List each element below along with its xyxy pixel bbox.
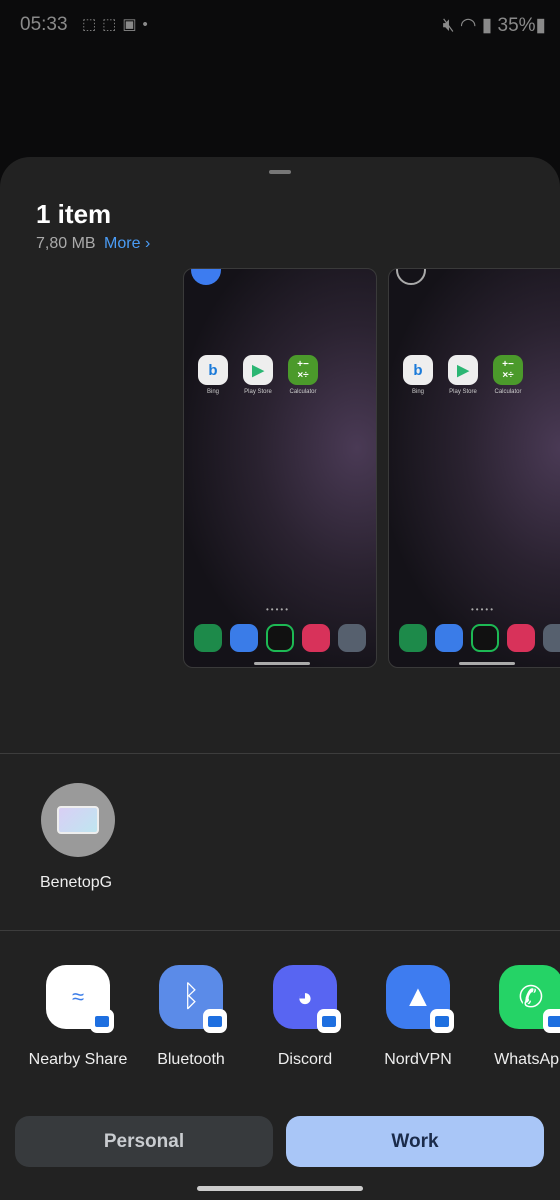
app-label: Discord — [277, 1051, 333, 1068]
mini-app-bing: b Bing — [403, 355, 433, 395]
tab-work[interactable]: Work — [286, 1116, 544, 1167]
mini-label: Calculator — [289, 389, 317, 395]
dock — [399, 624, 560, 652]
status-bar: 05:33 ⬚⬚▣• 🔇︎ ◠ ▮ 35%▮ — [0, 0, 560, 50]
selected-check-icon[interactable] — [191, 269, 221, 285]
nearby-device-button[interactable] — [41, 783, 115, 857]
share-whatsapp[interactable]: ✆ WhatsApp — [475, 965, 560, 1069]
home-indicator[interactable] — [197, 1186, 363, 1191]
nearby-share-icon: ≈ — [46, 965, 114, 1033]
work-badge-icon — [317, 1009, 341, 1033]
clock: 05:33 — [20, 14, 68, 35]
wifi-icon: ◠ — [459, 15, 477, 36]
mini-app-playstore: ▶ Play Store — [448, 355, 478, 395]
work-badge-icon — [90, 1009, 114, 1033]
more-link[interactable]: More › — [104, 235, 150, 252]
thumbnail-1[interactable]: b Bing ▶ Play Store +− ×÷ Calculator ••••• — [183, 268, 377, 668]
work-badge-icon — [203, 1009, 227, 1033]
app-label: WhatsApp — [494, 1051, 560, 1068]
page-dots: ••••• — [471, 605, 496, 614]
battery-icon: ▮ — [535, 15, 546, 36]
battery-percent: 35% — [497, 15, 536, 36]
mini-app-calculator: +− ×÷ Calculator — [288, 355, 318, 395]
divider — [0, 930, 560, 931]
app-label: Nearby Share — [28, 1051, 128, 1068]
share-nordvpn[interactable]: ▲ NordVPN — [362, 965, 474, 1069]
page-dots: ••••• — [266, 605, 291, 614]
share-discord[interactable]: ◕ Discord — [249, 965, 361, 1069]
tab-personal[interactable]: Personal — [15, 1116, 273, 1167]
dock — [194, 624, 366, 652]
work-badge-icon — [543, 1009, 560, 1033]
discord-icon: ◕ — [273, 965, 341, 1033]
mute-icon: 🔇︎ — [442, 15, 455, 36]
work-badge-icon — [430, 1009, 454, 1033]
chevron-right-icon: › — [144, 235, 151, 252]
share-sheet: 1 item 7,80 MB More › b Bing ▶ Play Store … — [0, 157, 560, 1200]
nearby-device-label: BenetopG — [40, 874, 113, 891]
divider — [0, 753, 560, 754]
system-icons: 🔇︎ ◠ ▮ 35%▮ — [443, 14, 546, 37]
mini-label: Play Store — [449, 389, 477, 395]
more-label: More — [104, 235, 141, 252]
mini-app-bing: b Bing — [198, 355, 228, 395]
share-bluetooth[interactable]: ᛒ Bluetooth — [135, 965, 247, 1069]
file-size-row: 7,80 MB More › — [36, 235, 150, 253]
laptop-icon — [57, 806, 99, 834]
bluetooth-icon: ᛒ — [159, 965, 227, 1033]
item-count: 1 item — [36, 199, 112, 229]
mini-label: Calculator — [494, 389, 522, 395]
mini-label: Bing — [206, 389, 219, 395]
drag-handle[interactable] — [269, 170, 291, 174]
mini-label: Bing — [411, 389, 424, 395]
signal-icon: ▮ — [481, 15, 493, 36]
file-size: 7,80 MB — [36, 235, 96, 252]
unselected-circle-icon[interactable] — [396, 269, 426, 285]
thumbnail-2[interactable]: b Bing ▶ Play Store +− ×÷ Calculator ••••• — [388, 268, 560, 668]
nordvpn-icon: ▲ — [386, 965, 454, 1033]
mini-app-playstore: ▶ Play Store — [243, 355, 273, 395]
mini-label: Play Store — [244, 389, 272, 395]
app-label: Bluetooth — [157, 1051, 225, 1068]
whatsapp-icon: ✆ — [499, 965, 560, 1033]
app-label: NordVPN — [384, 1051, 452, 1068]
share-nearby-share[interactable]: ≈ Nearby Share — [22, 965, 134, 1069]
notification-icons: ⬚⬚▣• — [82, 16, 154, 33]
mini-app-calculator: +− ×÷ Calculator — [493, 355, 523, 395]
